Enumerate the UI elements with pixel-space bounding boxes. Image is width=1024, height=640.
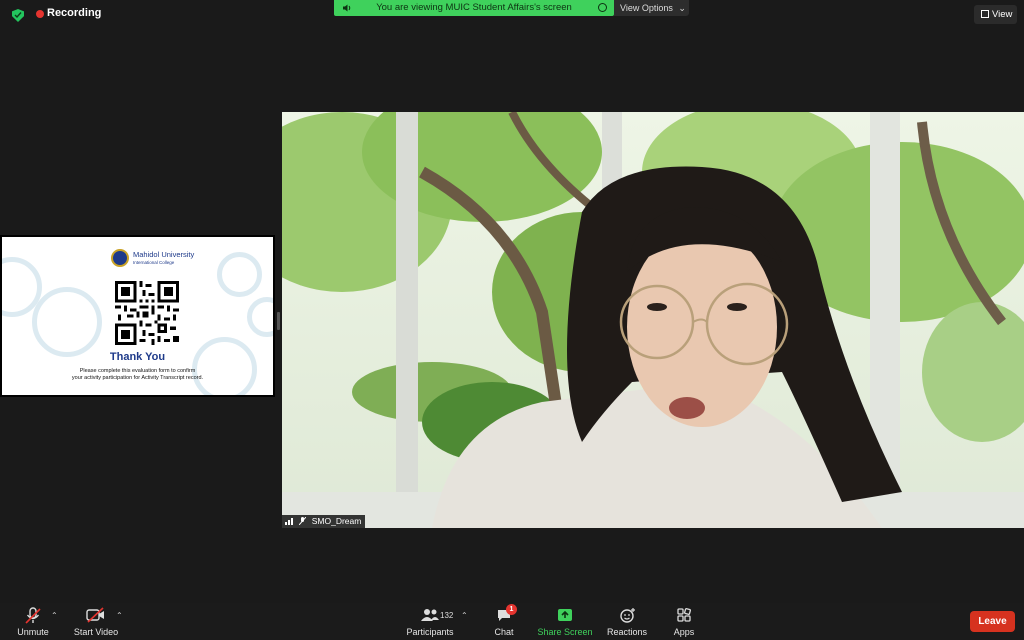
shield-icon[interactable]: [12, 9, 24, 22]
shared-screen[interactable]: Mahidol University International College…: [0, 235, 275, 397]
recording-label[interactable]: Recording: [47, 7, 101, 19]
participant-video[interactable]: [282, 112, 1024, 528]
view-options-button[interactable]: View Options ⌄: [614, 0, 689, 16]
reactions-icon: [620, 608, 635, 623]
gear-decoration: [217, 252, 262, 297]
mic-muted-icon: [299, 517, 307, 525]
layout-icon: [981, 10, 989, 18]
gear-decoration: [32, 287, 102, 357]
info-icon[interactable]: [598, 3, 607, 12]
mic-muted-icon: [25, 607, 41, 624]
signal-strength-icon: [285, 518, 293, 525]
video-frame: [282, 112, 1024, 528]
viewing-text: You are viewing MUIC Student Affairs's s…: [376, 2, 572, 13]
reactions-button[interactable]: Reactions: [604, 603, 650, 640]
unmute-label: Unmute: [17, 627, 49, 637]
apps-icon: [677, 608, 691, 622]
chevron-down-icon: ⌄: [678, 3, 686, 13]
resize-handle[interactable]: [277, 312, 280, 330]
participants-count: 132: [440, 611, 454, 620]
share-screen-icon: [558, 609, 572, 621]
recording-icon: [36, 10, 44, 18]
start-video-label: Start Video: [73, 627, 119, 637]
thank-you-heading: Thank You: [109, 351, 166, 363]
university-name: Mahidol University: [133, 250, 195, 259]
participants-chevron-icon[interactable]: ⌃: [461, 611, 468, 620]
participants-label: Participants: [406, 627, 454, 637]
apps-button[interactable]: Apps: [668, 603, 700, 640]
view-button-label: View: [992, 9, 1013, 20]
video-options-chevron-icon[interactable]: ⌃: [116, 611, 123, 620]
participant-name: SMO_Dream: [311, 516, 362, 526]
participants-button[interactable]: 132 Participants: [404, 603, 456, 640]
apps-label: Apps: [673, 627, 695, 637]
share-screen-button[interactable]: Share Screen: [537, 603, 593, 640]
top-bar: Recording You are viewing MUIC Student A…: [0, 0, 1024, 30]
qr-code: [115, 281, 179, 345]
reactions-label: Reactions: [606, 627, 648, 637]
gear-decoration: [247, 297, 273, 337]
screen-share-banner: You are viewing MUIC Student Affairs's s…: [334, 0, 614, 16]
chat-unread-badge: 1: [506, 604, 517, 615]
leave-button[interactable]: Leave: [970, 611, 1015, 632]
start-video-button[interactable]: Start Video: [70, 603, 122, 640]
participant-name-tag: SMO_Dream: [282, 515, 366, 528]
participants-icon: [421, 609, 439, 621]
view-button[interactable]: View: [974, 5, 1017, 24]
instruction-text: Please complete this evaluation form to …: [2, 368, 273, 382]
meeting-toolbar: Unmute ⌃ Start Video ⌃ 132 Participants …: [0, 603, 1024, 640]
instruction-line: your activity participation for Activity…: [71, 375, 204, 381]
chat-label: Chat: [494, 627, 514, 637]
university-seal-icon: [111, 249, 129, 267]
share-screen-label: Share Screen: [537, 627, 593, 637]
audio-options-chevron-icon[interactable]: ⌃: [51, 611, 58, 620]
unmute-button[interactable]: Unmute: [12, 603, 54, 640]
gear-decoration: [192, 337, 257, 395]
instruction-line: Please complete this evaluation form to …: [79, 368, 196, 374]
video-off-icon: [86, 607, 104, 623]
view-options-label: View Options: [620, 3, 673, 13]
college-name: International College: [133, 260, 175, 265]
chat-button[interactable]: 1 Chat: [488, 603, 520, 640]
